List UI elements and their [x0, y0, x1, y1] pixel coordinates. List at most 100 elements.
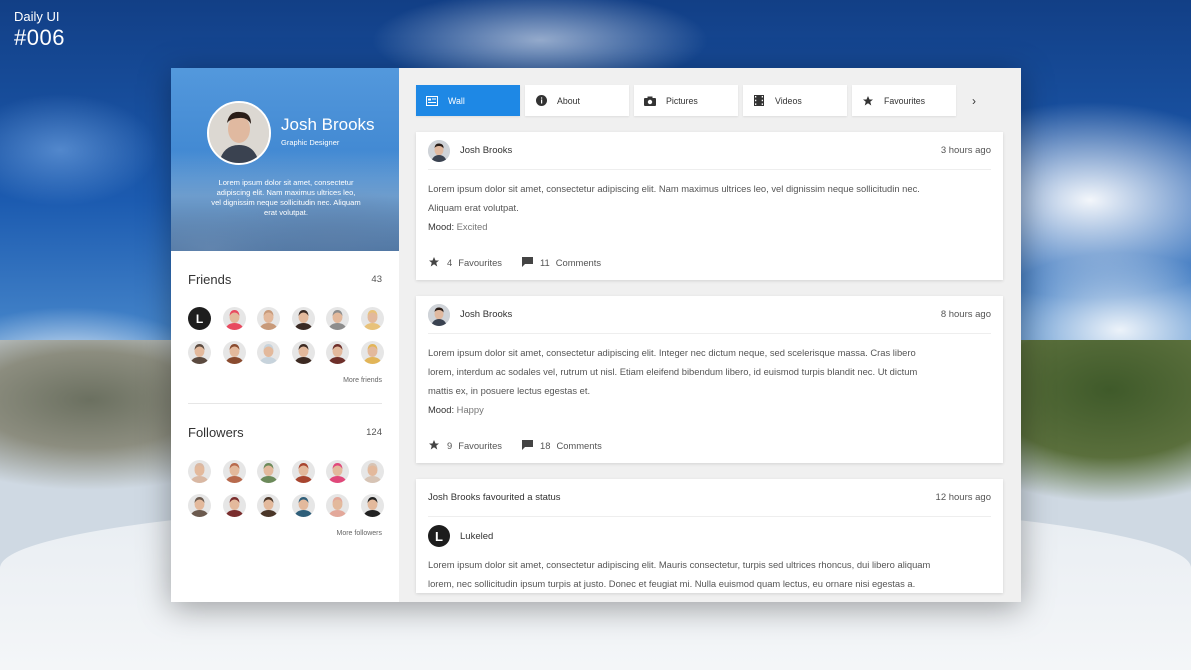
avatar[interactable]	[326, 494, 349, 517]
post-author[interactable]: Josh Brooks	[460, 145, 512, 156]
avatar[interactable]	[188, 341, 211, 364]
favourites-count: 4	[447, 256, 453, 268]
author-avatar[interactable]	[428, 303, 450, 326]
post-author[interactable]: Josh Brooks	[460, 309, 512, 320]
favourites-stat[interactable]: 9 Favourites	[428, 439, 502, 451]
avatar[interactable]	[360, 494, 384, 517]
avatar[interactable]	[360, 460, 384, 483]
avatar[interactable]	[360, 307, 384, 330]
tab-favourites-label: Favourites	[884, 95, 926, 106]
avatar[interactable]	[291, 494, 315, 517]
profile-cover: Josh Brooks Graphic Designer Lorem ipsum…	[171, 68, 399, 251]
avatar[interactable]	[291, 341, 315, 364]
star-icon	[862, 95, 874, 107]
tab-pictures[interactable]: Pictures	[634, 85, 738, 116]
avatar[interactable]	[257, 460, 280, 483]
comments-stat[interactable]: 11 Comments	[522, 257, 601, 268]
post-mood: Mood: Excited	[428, 221, 991, 232]
tab-about-label: About	[557, 95, 580, 106]
comments-label: Comments	[556, 439, 602, 451]
favourites-label: Favourites	[458, 439, 502, 451]
activity-text: Lorem ipsum dolor sit amet, consectetur …	[428, 559, 931, 589]
activity-card: Josh Brooks favourited a status 12 hours…	[416, 479, 1003, 593]
more-friends-link[interactable]: More friends	[188, 377, 382, 384]
chevron-right-icon[interactable]: ›	[961, 85, 987, 116]
sidebar: Josh Brooks Graphic Designer Lorem ipsum…	[171, 68, 399, 602]
camera-icon	[644, 95, 656, 107]
activity-user[interactable]: Lukeled	[460, 531, 493, 542]
mood-label: Mood:	[428, 221, 455, 232]
mood-label: Mood:	[428, 404, 455, 415]
avatar[interactable]	[257, 307, 280, 330]
comment-icon	[522, 257, 533, 267]
film-icon	[753, 95, 765, 107]
tab-pictures-label: Pictures	[666, 95, 698, 106]
avatar[interactable]	[188, 460, 211, 483]
tab-bar: Wall About Pictures Videos Favourites ›	[416, 85, 1004, 116]
avatar[interactable]	[326, 460, 349, 483]
profile-avatar[interactable]	[207, 101, 271, 165]
comments-stat[interactable]: 18 Comments	[522, 440, 602, 451]
followers-grid	[188, 460, 384, 517]
author-avatar[interactable]	[428, 139, 450, 162]
tab-videos[interactable]: Videos	[743, 85, 847, 116]
tab-wall[interactable]: Wall	[416, 85, 520, 116]
post-text: Lorem ipsum dolor sit amet, consectetur …	[428, 183, 920, 213]
friends-section: Friends 43 L More friends	[171, 251, 399, 384]
avatar[interactable]	[188, 494, 211, 517]
comments-count: 11	[540, 256, 550, 268]
comments-label: Comments	[555, 256, 602, 268]
favourites-label: Favourites	[458, 256, 502, 268]
comments-count: 18	[540, 439, 551, 451]
main-content: Wall About Pictures Videos Favourites ›	[399, 68, 1021, 602]
more-followers-link[interactable]: More followers	[188, 530, 382, 537]
avatar[interactable]	[291, 460, 315, 483]
followers-count: 124	[366, 427, 382, 438]
user-avatar[interactable]: L	[428, 525, 450, 547]
post-mood: Mood: Happy	[428, 404, 991, 415]
avatar[interactable]	[222, 494, 246, 517]
avatar[interactable]	[326, 307, 349, 330]
avatar[interactable]	[291, 307, 315, 330]
avatar[interactable]: L	[188, 307, 211, 330]
post-time: 3 hours ago	[940, 145, 991, 156]
brand-label: Daily UI #006	[14, 9, 65, 51]
avatar[interactable]	[257, 494, 280, 517]
star-icon	[429, 257, 439, 267]
avatar[interactable]	[326, 341, 349, 364]
tab-wall-label: Wall	[448, 95, 465, 106]
friends-count: 43	[371, 274, 382, 285]
post-text: Lorem ipsum dolor sit amet, consectetur …	[428, 347, 918, 396]
profile-bio: Lorem ipsum dolor sit amet, consectetur …	[211, 178, 361, 217]
post-card: Josh Brooks 8 hours ago Lorem ipsum dolo…	[416, 296, 1003, 463]
info-icon	[535, 95, 547, 107]
avatar[interactable]	[222, 460, 246, 483]
mood-value: Happy	[456, 404, 484, 415]
profile-name: Josh Brooks	[281, 115, 375, 134]
brand-line2: #006	[14, 25, 65, 50]
friends-title: Friends	[188, 272, 232, 287]
avatar[interactable]	[222, 341, 246, 364]
activity-time: 12 hours ago	[935, 492, 991, 503]
profile-window: Josh Brooks Graphic Designer Lorem ipsum…	[171, 68, 1021, 602]
star-icon	[429, 440, 439, 450]
avatar[interactable]	[360, 341, 384, 364]
followers-section: Followers 124 More followers	[171, 404, 399, 537]
mood-value: Excited	[456, 221, 488, 232]
activity-title: Josh Brooks favourited a status	[428, 492, 561, 503]
comment-icon	[522, 440, 533, 450]
profile-role: Graphic Designer	[281, 138, 340, 147]
favourites-count: 9	[447, 439, 453, 451]
tab-favourites[interactable]: Favourites	[852, 85, 956, 116]
tab-videos-label: Videos	[775, 95, 802, 106]
favourites-stat[interactable]: 4 Favourites	[428, 256, 502, 268]
tab-about[interactable]: About	[525, 85, 629, 116]
post-card: Josh Brooks 3 hours ago Lorem ipsum dolo…	[416, 132, 1003, 280]
avatar[interactable]	[257, 341, 280, 364]
brand-line1: Daily UI	[14, 9, 60, 24]
wall-icon	[426, 95, 438, 107]
friends-grid: L	[188, 307, 384, 364]
post-time: 8 hours ago	[940, 309, 991, 320]
followers-title: Followers	[188, 425, 244, 440]
avatar[interactable]	[222, 307, 246, 330]
